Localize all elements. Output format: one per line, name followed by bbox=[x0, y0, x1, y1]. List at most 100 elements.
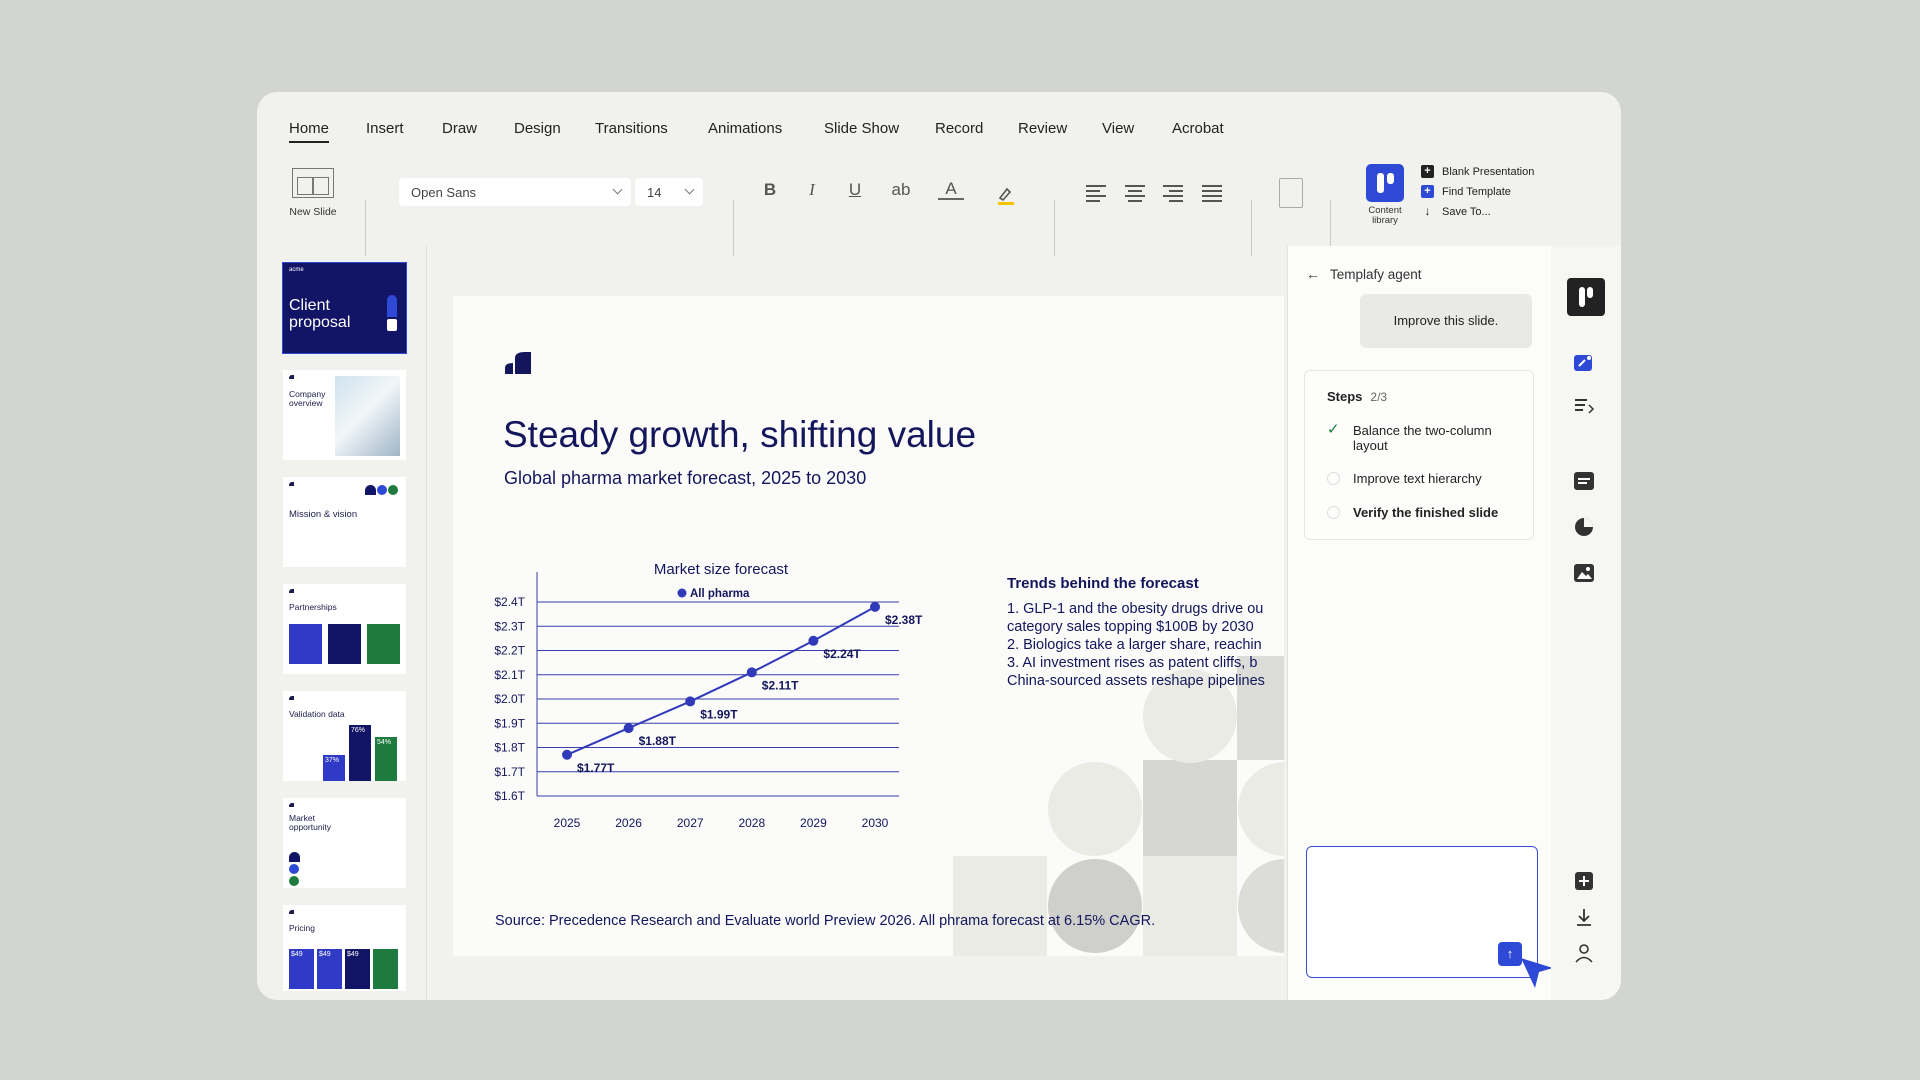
tab-home[interactable]: Home bbox=[289, 120, 330, 143]
thumbnail-1[interactable]: acme Client proposal bbox=[282, 262, 407, 354]
y-tick-label: $2.1T bbox=[494, 668, 525, 682]
font-family-select[interactable]: Open Sans bbox=[399, 178, 631, 206]
agent-header: ← Templafy agent bbox=[1306, 266, 1422, 282]
user-icon[interactable] bbox=[1573, 942, 1595, 964]
y-tick-label: $1.8T bbox=[494, 741, 525, 755]
thumb-title: Market opportunity bbox=[289, 813, 332, 832]
tab-view[interactable]: View bbox=[1102, 120, 1134, 137]
font-size-select[interactable]: 14 bbox=[635, 178, 703, 206]
thumbnail-2[interactable]: Company overview bbox=[283, 370, 406, 460]
thumbnail-7[interactable]: Pricing $49 $49 $49 bbox=[283, 905, 406, 991]
chevron-down-icon bbox=[612, 184, 623, 195]
find-template-button[interactable]: + Find Template bbox=[1421, 185, 1511, 198]
save-to-button[interactable]: ↓ Save To... bbox=[1421, 205, 1491, 218]
step-item: Verify the finished slide bbox=[1327, 505, 1527, 520]
thumbnail-3[interactable]: Mission & vision bbox=[283, 477, 406, 567]
x-tick-label: 2028 bbox=[738, 816, 765, 830]
trends-section: Trends behind the forecast 1. GLP-1 and … bbox=[1007, 575, 1284, 690]
underline-button[interactable]: U bbox=[842, 180, 868, 200]
highlighter-icon[interactable] bbox=[992, 184, 1018, 206]
trend-line: 2. Biologics take a larger share, reachi… bbox=[1007, 637, 1262, 653]
tab-design[interactable]: Design bbox=[514, 120, 561, 137]
align-right-button[interactable] bbox=[1163, 185, 1183, 202]
check-icon: ✓ bbox=[1327, 421, 1340, 438]
italic-button[interactable]: I bbox=[799, 180, 825, 200]
tab-transitions[interactable]: Transitions bbox=[595, 120, 668, 137]
data-label: $2.38T bbox=[885, 613, 923, 627]
right-rail bbox=[1551, 246, 1621, 1000]
steps-count: 2/3 bbox=[1370, 390, 1388, 404]
font-color-button[interactable]: A bbox=[938, 180, 964, 200]
thumb-shape bbox=[289, 876, 299, 886]
tab-slide-show[interactable]: Slide Show bbox=[824, 120, 899, 137]
content-library-button[interactable]: Content library bbox=[1359, 164, 1411, 226]
thumb-card: $49 bbox=[345, 949, 370, 989]
strikethrough-button[interactable]: ab bbox=[884, 180, 918, 200]
thumb-brand: acme bbox=[289, 267, 304, 273]
pending-circle-icon bbox=[1327, 505, 1341, 520]
trends-list: 1. GLP-1 and the obesity drugs drive ou … bbox=[1007, 600, 1284, 690]
document-icon[interactable] bbox=[1279, 178, 1303, 208]
thumb-shape bbox=[388, 485, 398, 495]
pie-chart-icon[interactable] bbox=[1573, 516, 1595, 538]
trend-line: 3. AI investment rises as patent cliffs,… bbox=[1007, 655, 1258, 671]
thumb-shape bbox=[289, 852, 300, 862]
thumbnail-5[interactable]: Validation data 37% 76% 54% bbox=[283, 691, 406, 781]
app-window: Home Insert Draw Design Transitions Anim… bbox=[257, 92, 1621, 1000]
y-tick-label: $2.4T bbox=[494, 595, 525, 609]
thumb-card bbox=[367, 624, 400, 664]
ribbon-tabs: Home Insert Draw Design Transitions Anim… bbox=[257, 92, 1621, 148]
step-item: Improve text hierarchy bbox=[1327, 471, 1527, 486]
new-slide-button[interactable]: New Slide bbox=[285, 168, 341, 218]
text-block-icon[interactable] bbox=[1573, 470, 1595, 492]
tab-acrobat[interactable]: Acrobat bbox=[1172, 120, 1224, 137]
y-tick-label: $2.0T bbox=[494, 692, 525, 706]
tab-review[interactable]: Review bbox=[1018, 120, 1067, 137]
slide-canvas[interactable]: Steady growth, shifting value Global pha… bbox=[453, 296, 1284, 956]
text-magic-icon[interactable] bbox=[1573, 394, 1595, 416]
templafy-app-icon[interactable] bbox=[1567, 278, 1605, 316]
data-point bbox=[808, 635, 819, 646]
thumb-shape bbox=[387, 295, 397, 317]
magic-edit-icon[interactable] bbox=[1573, 352, 1595, 374]
bold-button[interactable]: B bbox=[757, 180, 783, 200]
align-left-button[interactable] bbox=[1086, 185, 1106, 202]
download-icon[interactable] bbox=[1573, 906, 1595, 928]
back-arrow-icon[interactable]: ← bbox=[1306, 266, 1320, 282]
thumbnail-4[interactable]: Partnerships bbox=[283, 584, 406, 674]
thumb-bar: 76% bbox=[349, 725, 371, 781]
data-point bbox=[685, 696, 696, 707]
agent-panel: ← Templafy agent Improve this slide. Ste… bbox=[1287, 246, 1551, 1000]
series-line bbox=[566, 605, 876, 756]
content-library-label: Content library bbox=[1368, 205, 1402, 226]
tab-animations[interactable]: Animations bbox=[708, 120, 782, 137]
blank-presentation-button[interactable]: + Blank Presentation bbox=[1421, 165, 1534, 178]
chart-title: Market size forecast bbox=[654, 561, 789, 578]
slide-subtitle: Global pharma market forecast, 2025 to 2… bbox=[504, 468, 867, 488]
font-family-value: Open Sans bbox=[411, 185, 477, 200]
add-icon[interactable] bbox=[1573, 870, 1595, 892]
x-tick-label: 2026 bbox=[615, 816, 642, 830]
tab-record[interactable]: Record bbox=[935, 120, 983, 137]
data-point bbox=[870, 601, 880, 612]
steps-label: Steps bbox=[1327, 389, 1363, 404]
thumb-card bbox=[328, 624, 361, 664]
step-text: Balance the two-column layout bbox=[1353, 423, 1492, 453]
trend-line: China-sourced assets reshape pipelines bbox=[1007, 673, 1265, 689]
toolbar-divider bbox=[733, 200, 734, 256]
tab-draw[interactable]: Draw bbox=[442, 120, 477, 137]
thumb-card: $49 bbox=[317, 949, 342, 989]
blank-presentation-label: Blank Presentation bbox=[1442, 165, 1535, 178]
align-center-button[interactable] bbox=[1125, 185, 1145, 202]
slide-thumbnails[interactable]: acme Client proposal Company overview Mi… bbox=[257, 246, 427, 1000]
thumbnail-6[interactable]: Market opportunity bbox=[283, 798, 406, 888]
align-justify-button[interactable] bbox=[1202, 185, 1222, 202]
save-to-label: Save To... bbox=[1442, 205, 1491, 218]
image-icon[interactable] bbox=[1573, 562, 1595, 584]
thumb-title: Validation data bbox=[289, 709, 345, 719]
trend-line: 1. GLP-1 and the obesity drugs drive ou bbox=[1007, 601, 1264, 617]
tab-insert[interactable]: Insert bbox=[366, 120, 404, 137]
y-tick-label: $2.3T bbox=[494, 619, 525, 633]
thumb-title: Partnerships bbox=[289, 602, 337, 612]
thumb-bar: 54% bbox=[375, 737, 397, 781]
